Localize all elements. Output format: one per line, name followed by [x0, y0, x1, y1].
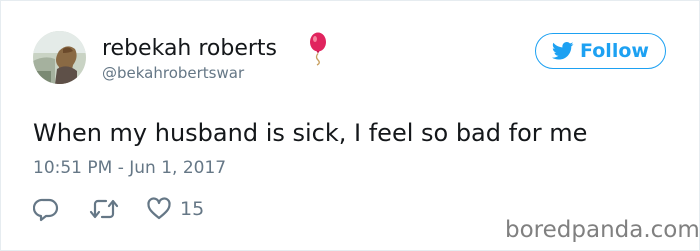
like-button[interactable]: 15 — [146, 196, 204, 222]
display-name[interactable]: rebekah roberts — [102, 36, 277, 62]
avatar-photo — [33, 31, 86, 84]
follow-button-label: Follow — [580, 40, 649, 62]
retweet-icon — [89, 199, 119, 219]
tweet-text: When my husband is sick, I feel so bad f… — [33, 119, 588, 147]
twitter-bird-icon — [552, 42, 574, 60]
balloon-icon — [310, 32, 326, 66]
watermark: boredpanda.com — [505, 217, 700, 243]
follow-button[interactable]: Follow — [535, 33, 666, 69]
avatar[interactable] — [33, 31, 86, 84]
heart-icon — [147, 197, 171, 220]
retweet-button[interactable] — [89, 196, 119, 222]
tweet-timestamp[interactable]: 10:51 PM - Jun 1, 2017 — [33, 157, 226, 179]
user-handle[interactable]: @bekahrobertswar — [102, 64, 244, 82]
reply-button[interactable] — [33, 196, 59, 222]
reply-icon — [33, 198, 59, 222]
like-count: 15 — [180, 198, 205, 220]
